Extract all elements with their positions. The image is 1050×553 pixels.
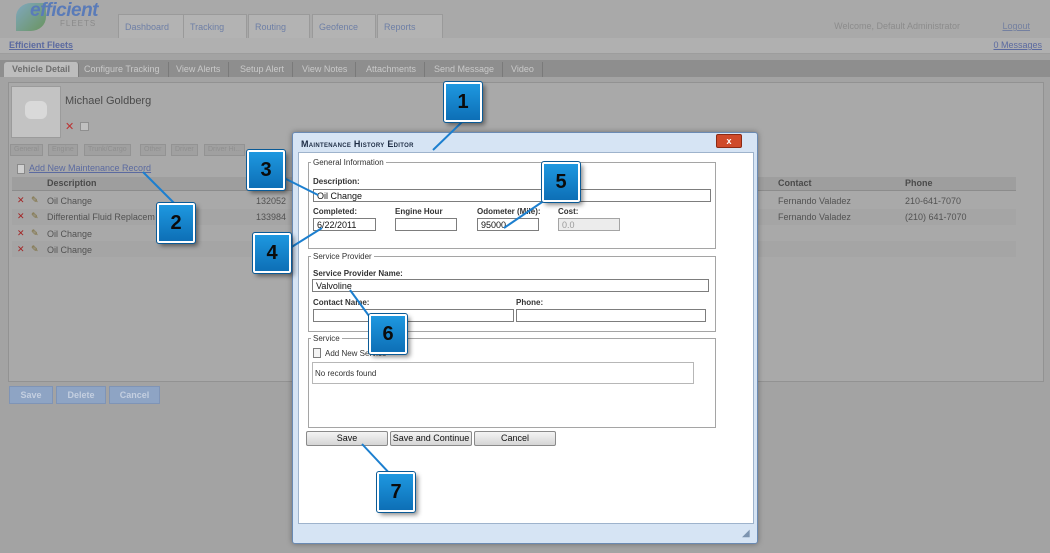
detail-tab-driver-history[interactable]: Driver Hi... (204, 144, 246, 156)
callout-badge-1: 1 (443, 81, 483, 123)
logo-subtitle: FLEETS (60, 19, 97, 28)
detail-tab-other[interactable]: Other (140, 144, 166, 156)
row-contact: Fernando Valadez (778, 212, 851, 222)
subtab-view-alerts[interactable]: View Alerts (168, 62, 230, 77)
add-maintenance-record-link[interactable]: Add New Maintenance Record (29, 163, 151, 173)
subtab-attachments[interactable]: Attachments (358, 62, 426, 77)
phone-label: Phone: (516, 298, 544, 307)
logout-link[interactable]: Logout (1002, 21, 1030, 31)
page-save-button[interactable]: Save (9, 386, 53, 404)
subtab-setup-alert[interactable]: Setup Alert (232, 62, 294, 77)
service-provider-legend: Service Provider (311, 252, 374, 261)
service-provider-name-input[interactable] (312, 279, 709, 292)
row-description: Oil Change (47, 196, 93, 206)
nav-tab-geofence[interactable]: Geofence (312, 14, 376, 38)
detail-tab-engine[interactable]: Engine (48, 144, 78, 156)
breadcrumb[interactable]: Efficient Fleets (9, 40, 73, 50)
phone-input[interactable] (516, 309, 706, 322)
row-odometer: 133984 (256, 212, 287, 222)
row-contact: Fernando Valadez (778, 196, 851, 206)
welcome-text: Welcome, Default Administrator (834, 21, 960, 31)
empty-state-text: No records found (315, 369, 377, 378)
callout-badge-5: 5 (541, 161, 581, 203)
row-phone: 210-641-7070 (905, 196, 962, 206)
close-icon[interactable]: x (716, 134, 742, 148)
save-button[interactable]: Save (306, 431, 388, 446)
description-input[interactable] (313, 189, 711, 202)
detail-tab-trunk-cargo[interactable]: Trunk/Cargo (84, 144, 131, 156)
description-label: Description: (313, 177, 360, 186)
service-legend: Service (311, 334, 342, 343)
contact-name-input[interactable] (313, 309, 514, 322)
nav-tab-reports[interactable]: Reports (377, 14, 443, 38)
breadcrumb-bar (0, 38, 1050, 54)
completed-date-input[interactable] (313, 218, 376, 231)
delete-row-icon[interactable]: ✕ (17, 228, 27, 239)
general-information-group (308, 162, 716, 249)
service-provider-name-label: Service Provider Name: (313, 269, 403, 278)
edit-row-icon[interactable]: ✎ (31, 211, 43, 222)
column-header-phone: Phone (905, 178, 933, 188)
page-delete-button[interactable]: Delete (56, 386, 106, 404)
callout-badge-2: 2 (156, 202, 196, 244)
subtab-vehicle-detail[interactable]: Vehicle Detail (4, 62, 80, 77)
edit-row-icon[interactable]: ✎ (31, 228, 43, 239)
subtab-send-message[interactable]: Send Message (426, 62, 504, 77)
subtab-configure-tracking[interactable]: Configure Tracking (76, 62, 169, 77)
callout-badge-7: 7 (376, 471, 416, 513)
detail-tab-general[interactable]: General (10, 144, 43, 156)
general-information-legend: General Information (311, 158, 386, 167)
new-document-icon (17, 164, 25, 174)
engine-hour-input[interactable] (395, 218, 457, 231)
messages-link[interactable]: 0 Messages (993, 40, 1042, 50)
save-and-continue-button[interactable]: Save and Continue (390, 431, 472, 446)
callout-badge-3: 3 (246, 149, 286, 191)
delete-row-icon[interactable]: ✕ (17, 211, 27, 222)
edit-row-icon[interactable]: ✎ (31, 244, 43, 255)
row-description: Differential Fluid Replacem (47, 212, 155, 222)
upload-photo-icon[interactable] (80, 122, 89, 131)
resize-grip-icon[interactable]: ◢ (742, 529, 754, 541)
new-document-icon (313, 348, 321, 358)
nav-tab-routing[interactable]: Routing (248, 14, 310, 38)
page-cancel-button[interactable]: Cancel (109, 386, 160, 404)
row-phone: (210) 641-7070 (905, 212, 967, 222)
subtab-view-notes[interactable]: View Notes (294, 62, 357, 77)
dialog-title: Maintenance History Editor (301, 139, 414, 149)
engine-hour-label: Engine Hour (395, 207, 443, 216)
edit-row-icon[interactable]: ✎ (31, 195, 43, 206)
delete-row-icon[interactable]: ✕ (17, 244, 27, 255)
remove-photo-icon[interactable]: ✕ (65, 120, 74, 133)
odometer-label: Odometer (Mile): (477, 207, 541, 216)
nav-tab-dashboard[interactable]: Dashboard (118, 14, 184, 38)
odometer-input[interactable] (477, 218, 539, 231)
column-header-description: Description (47, 178, 97, 188)
detail-tab-driver[interactable]: Driver (171, 144, 198, 156)
column-header-contact: Contact (778, 178, 812, 188)
callout-badge-6: 6 (368, 313, 408, 355)
cost-label: Cost: (558, 207, 579, 216)
delete-row-icon[interactable]: ✕ (17, 195, 27, 206)
row-odometer: 132052 (256, 196, 287, 206)
subtab-video[interactable]: Video (503, 62, 543, 77)
driver-name: Michael Goldberg (65, 95, 152, 107)
completed-label: Completed: (313, 207, 357, 216)
cost-input (558, 218, 620, 231)
contact-name-label: Contact Name: (313, 298, 370, 307)
nav-tab-tracking[interactable]: Tracking (183, 14, 247, 38)
callout-badge-4: 4 (252, 232, 292, 274)
row-description: Oil Change (47, 245, 93, 255)
avatar-placeholder-icon (25, 101, 47, 119)
cancel-button[interactable]: Cancel (474, 431, 556, 446)
row-description: Oil Change (47, 229, 93, 239)
